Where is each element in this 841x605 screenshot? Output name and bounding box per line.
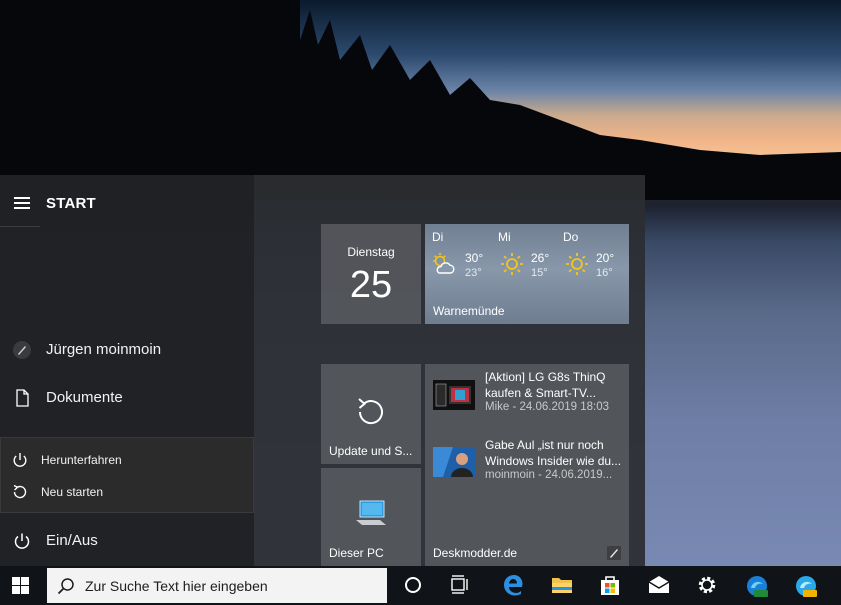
news-tile[interactable]: [Aktion] LG G8s ThinQ kaufen & Smart-TV.… xyxy=(425,364,629,566)
news-title-1: [Aktion] LG G8s ThinQ kaufen & Smart-TV.… xyxy=(485,370,606,400)
store-button[interactable] xyxy=(587,566,633,605)
news-tile-label: Deskmodder.de xyxy=(433,546,518,560)
calendar-date: 25 xyxy=(349,264,393,306)
news-thumbnail-phone xyxy=(433,380,475,410)
edge-canary-icon xyxy=(796,576,817,597)
calendar-tile[interactable]: Dienstag 25 xyxy=(321,224,421,324)
update-tile-label: Update und S... xyxy=(329,444,413,458)
weather-low-1: 23° xyxy=(465,267,482,279)
restart-label: Neu starten xyxy=(41,485,104,499)
weather-high-1: 30° xyxy=(465,251,484,265)
this-pc-tile[interactable]: Dieser PC xyxy=(321,468,421,566)
weather-day-1: Di xyxy=(432,230,444,244)
restart-option[interactable]: Neu starten xyxy=(1,477,255,507)
user-avatar-icon xyxy=(13,341,31,359)
settings-button[interactable] xyxy=(684,566,730,605)
shutdown-label: Herunterfahren xyxy=(41,453,122,467)
power-icon xyxy=(14,533,30,549)
folder-icon xyxy=(552,578,572,593)
restart-icon xyxy=(13,484,27,499)
user-name: Jürgen moinmoin xyxy=(46,341,162,358)
store-bag-icon xyxy=(601,576,619,595)
deskmodder-badge-icon xyxy=(607,546,621,560)
cortana-circle-icon xyxy=(405,577,421,593)
news-title-2: Gabe Aul „ist nur noch Windows Insider w… xyxy=(485,438,622,468)
documents-item[interactable]: Dokumente xyxy=(0,378,254,418)
sun-icon xyxy=(501,253,523,275)
weather-high-3: 20° xyxy=(596,251,615,265)
task-view-button[interactable] xyxy=(437,566,483,605)
user-account-item[interactable]: Jürgen moinmoin xyxy=(0,330,254,370)
mail-icon xyxy=(648,576,670,593)
weather-low-3: 16° xyxy=(596,267,613,279)
shutdown-option[interactable]: Herunterfahren xyxy=(1,445,255,475)
gear-icon xyxy=(698,576,716,594)
edge-dev-icon xyxy=(747,576,768,597)
update-tile[interactable]: Update und S... xyxy=(321,364,421,464)
edge-dev-button[interactable] xyxy=(733,566,779,605)
calendar-weekday: Dienstag xyxy=(347,245,395,259)
weather-location: Warnemünde xyxy=(433,304,505,318)
weather-day-3: Do xyxy=(563,230,579,244)
task-view-icon xyxy=(451,575,468,594)
refresh-icon xyxy=(358,398,383,425)
edge-icon xyxy=(504,575,523,596)
power-item[interactable]: Ein/Aus xyxy=(0,521,254,561)
start-title: START xyxy=(46,195,96,212)
power-label: Ein/Aus xyxy=(46,532,98,549)
computer-icon xyxy=(356,500,386,525)
search-placeholder: Zur Suche Text hier eingeben xyxy=(85,578,268,594)
taskbar: Zur Suche Text hier eingeben xyxy=(0,566,841,605)
weather-day-2: Mi xyxy=(498,230,511,244)
document-icon xyxy=(16,389,29,407)
rail-divider xyxy=(0,226,40,227)
news-thumbnail-person xyxy=(433,447,475,477)
edge-canary-button[interactable] xyxy=(782,566,828,605)
documents-label: Dokumente xyxy=(46,389,123,406)
treeline-silhouette xyxy=(0,0,841,200)
news-meta-1: Mike - 24.06.2019 18:03 xyxy=(485,401,610,413)
windows-logo-icon xyxy=(12,577,29,594)
search-box[interactable]: Zur Suche Text hier eingeben xyxy=(47,568,387,603)
hamburger-menu-icon[interactable] xyxy=(14,197,30,209)
this-pc-label: Dieser PC xyxy=(329,546,384,560)
file-explorer-button[interactable] xyxy=(539,566,585,605)
cortana-button[interactable] xyxy=(390,566,436,605)
edge-browser-button[interactable] xyxy=(490,566,536,605)
news-meta-2: moinmoin - 24.06.2019... xyxy=(485,469,613,481)
power-flyout: Herunterfahren Neu starten xyxy=(0,437,254,513)
sun-icon xyxy=(566,253,588,275)
search-icon xyxy=(57,578,74,595)
weather-high-2: 26° xyxy=(531,251,550,265)
shutdown-icon xyxy=(13,453,27,467)
weather-tile[interactable]: Di 30° 23° Mi 26° 15° Do 20° 16° Warnemü… xyxy=(425,224,629,324)
weather-low-2: 15° xyxy=(531,267,548,279)
start-button[interactable] xyxy=(0,566,42,605)
partly-cloudy-icon xyxy=(433,253,455,274)
mail-button[interactable] xyxy=(636,566,682,605)
start-menu: START Jürgen moinmoin Dokumente Ein/Aus xyxy=(0,175,645,566)
